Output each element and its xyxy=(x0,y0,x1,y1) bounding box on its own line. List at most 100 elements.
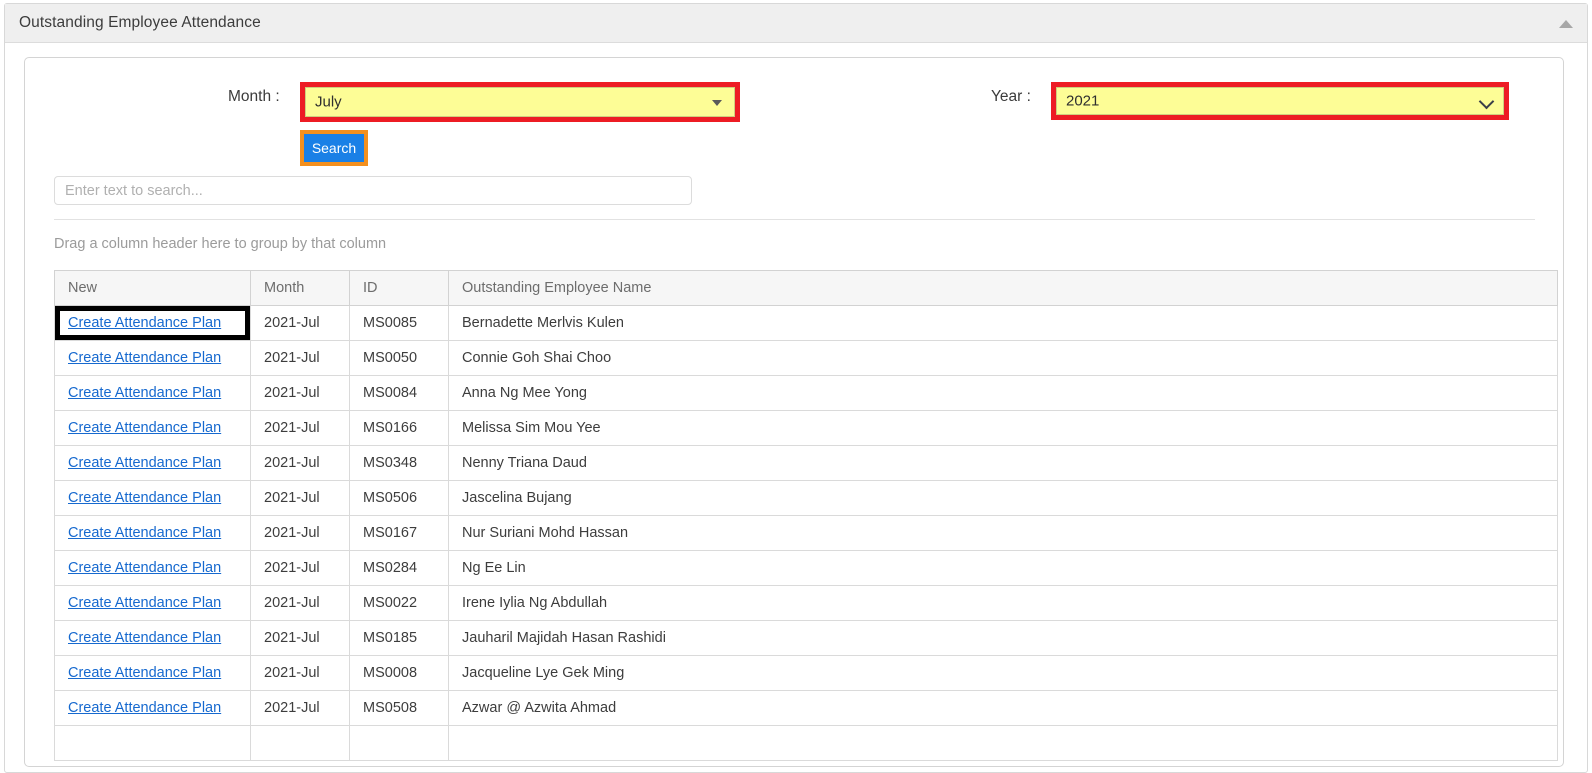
cell-name: Jauharil Majidah Hasan Rashidi xyxy=(448,620,1558,656)
cell-new: Create Attendance Plan xyxy=(54,620,251,656)
year-label: Year : xyxy=(991,88,1031,105)
table-row: Create Attendance Plan 2021-Jul MS0008 Jacq… xyxy=(54,655,1558,691)
group-by-hint: Drag a column header here to group by th… xyxy=(54,236,387,252)
cell-month: 2021-Jul xyxy=(250,340,350,376)
create-attendance-plan-link[interactable]: Create Attendance Plan xyxy=(68,595,221,611)
column-header-new[interactable]: New xyxy=(54,270,251,306)
cell-id: MS0185 xyxy=(349,620,449,656)
create-attendance-plan-link[interactable]: Create Attendance Plan xyxy=(68,630,221,646)
cell-month: 2021-Jul xyxy=(250,375,350,411)
cell-new xyxy=(54,725,251,761)
cell-id: MS0085 xyxy=(349,305,449,341)
cell-id: MS0167 xyxy=(349,515,449,551)
table-row: Create Attendance Plan 2021-Jul MS0284 Ng E… xyxy=(54,550,1558,586)
cell-name: Bernadette Merlvis Kulen xyxy=(448,305,1558,341)
search-button[interactable]: Search xyxy=(304,134,364,162)
cell-new: Create Attendance Plan xyxy=(54,655,251,691)
cell-id: MS0022 xyxy=(349,585,449,621)
grid-search-input[interactable] xyxy=(54,176,692,205)
cell-id xyxy=(349,725,449,761)
chevron-down-icon xyxy=(1478,93,1495,110)
table-row: Create Attendance Plan 2021-Jul MS0506 Jasc… xyxy=(54,480,1558,516)
filter-and-grid-panel: Month : July Year : 2021 Search Enter te… xyxy=(24,57,1564,767)
month-select-value: July xyxy=(315,93,342,111)
table-row: Create Attendance Plan 2021-Jul MS0508 Azwa… xyxy=(54,690,1558,726)
cell-id: MS0166 xyxy=(349,410,449,446)
cell-name xyxy=(448,725,1558,761)
cell-new: Create Attendance Plan xyxy=(54,690,251,726)
table-row: Create Attendance Plan 2021-Jul MS0166 Meli… xyxy=(54,410,1558,446)
create-attendance-plan-link[interactable]: Create Attendance Plan xyxy=(68,350,221,366)
cell-new: Create Attendance Plan xyxy=(54,375,251,411)
create-attendance-plan-link[interactable]: Create Attendance Plan xyxy=(68,490,221,506)
attendance-grid: New Month ID Outstanding Employee Name C… xyxy=(54,270,1558,761)
create-attendance-plan-link[interactable]: Create Attendance Plan xyxy=(68,525,221,541)
cell-name: Nenny Triana Daud xyxy=(448,445,1558,481)
triangle-up-icon[interactable] xyxy=(1559,20,1573,28)
page-title: Outstanding Employee Attendance xyxy=(19,14,261,31)
cell-new: Create Attendance Plan xyxy=(54,410,251,446)
cell-month: 2021-Jul xyxy=(250,480,350,516)
table-row: Create Attendance Plan 2021-Jul MS0167 Nur … xyxy=(54,515,1558,551)
cell-id: MS0506 xyxy=(349,480,449,516)
divider xyxy=(54,219,1535,220)
cell-month: 2021-Jul xyxy=(250,305,350,341)
cell-new: Create Attendance Plan xyxy=(54,515,251,551)
create-attendance-plan-link[interactable]: Create Attendance Plan xyxy=(68,420,221,436)
cell-name: Nur Suriani Mohd Hassan xyxy=(448,515,1558,551)
card-header: Outstanding Employee Attendance xyxy=(5,4,1587,43)
cell-name: Azwar @ Azwita Ahmad xyxy=(448,690,1558,726)
attendance-card: Outstanding Employee Attendance Month : … xyxy=(4,3,1588,773)
cell-new: Create Attendance Plan xyxy=(54,305,251,341)
filter-row: Month : July Year : 2021 Search xyxy=(25,58,1563,166)
table-row: Create Attendance Plan 2021-Jul MS0050 Conn… xyxy=(54,340,1558,376)
create-attendance-plan-link[interactable]: Create Attendance Plan xyxy=(68,700,221,716)
cell-new: Create Attendance Plan xyxy=(54,550,251,586)
cell-month: 2021-Jul xyxy=(250,515,350,551)
cell-name: Anna Ng Mee Yong xyxy=(448,375,1558,411)
month-select[interactable]: July xyxy=(305,87,735,117)
cell-month: 2021-Jul xyxy=(250,585,350,621)
cell-name: Jascelina Bujang xyxy=(448,480,1558,516)
grid-body: Create Attendance Plan 2021-Jul MS0085 Bern… xyxy=(54,305,1558,761)
cell-name: Jacqueline Lye Gek Ming xyxy=(448,655,1558,691)
cell-new: Create Attendance Plan xyxy=(54,585,251,621)
grid-search-wrapper xyxy=(54,176,692,205)
year-select-highlight: 2021 xyxy=(1051,82,1509,120)
cell-month: 2021-Jul xyxy=(250,690,350,726)
create-attendance-plan-link[interactable]: Create Attendance Plan xyxy=(68,665,221,681)
column-header-month[interactable]: Month xyxy=(250,270,350,306)
cell-month: 2021-Jul xyxy=(250,410,350,446)
year-select-value: 2021 xyxy=(1066,92,1100,110)
table-row: Create Attendance Plan 2021-Jul MS0084 Anna… xyxy=(54,375,1558,411)
cell-new: Create Attendance Plan xyxy=(54,480,251,516)
cell-name: Connie Goh Shai Choo xyxy=(448,340,1558,376)
cell-id: MS0008 xyxy=(349,655,449,691)
create-attendance-plan-link[interactable]: Create Attendance Plan xyxy=(68,385,221,401)
cell-month: 2021-Jul xyxy=(250,655,350,691)
cell-name: Melissa Sim Mou Yee xyxy=(448,410,1558,446)
cell-id: MS0508 xyxy=(349,690,449,726)
column-header-id[interactable]: ID xyxy=(349,270,449,306)
cell-id: MS0050 xyxy=(349,340,449,376)
table-row: Create Attendance Plan 2021-Jul MS0022 Iren… xyxy=(54,585,1558,621)
cell-month: 2021-Jul xyxy=(250,550,350,586)
search-button-highlight: Search xyxy=(300,130,368,166)
cell-name: Irene Iylia Ng Abdullah xyxy=(448,585,1558,621)
cell-new: Create Attendance Plan xyxy=(54,340,251,376)
cell-id: MS0284 xyxy=(349,550,449,586)
triangle-down-icon xyxy=(712,100,722,106)
month-select-highlight: July xyxy=(300,82,740,122)
create-attendance-plan-link[interactable]: Create Attendance Plan xyxy=(68,455,221,471)
cell-new: Create Attendance Plan xyxy=(54,445,251,481)
table-row: Create Attendance Plan 2021-Jul MS0085 Bern… xyxy=(54,305,1558,341)
column-header-name[interactable]: Outstanding Employee Name xyxy=(448,270,1558,306)
year-select[interactable]: 2021 xyxy=(1056,87,1504,115)
month-label: Month : xyxy=(228,88,280,105)
cell-month: 2021-Jul xyxy=(250,445,350,481)
create-attendance-plan-link[interactable]: Create Attendance Plan xyxy=(68,315,221,331)
cell-id: MS0084 xyxy=(349,375,449,411)
cell-month: 2021-Jul xyxy=(250,620,350,656)
create-attendance-plan-link[interactable]: Create Attendance Plan xyxy=(68,560,221,576)
cell-month xyxy=(250,725,350,761)
